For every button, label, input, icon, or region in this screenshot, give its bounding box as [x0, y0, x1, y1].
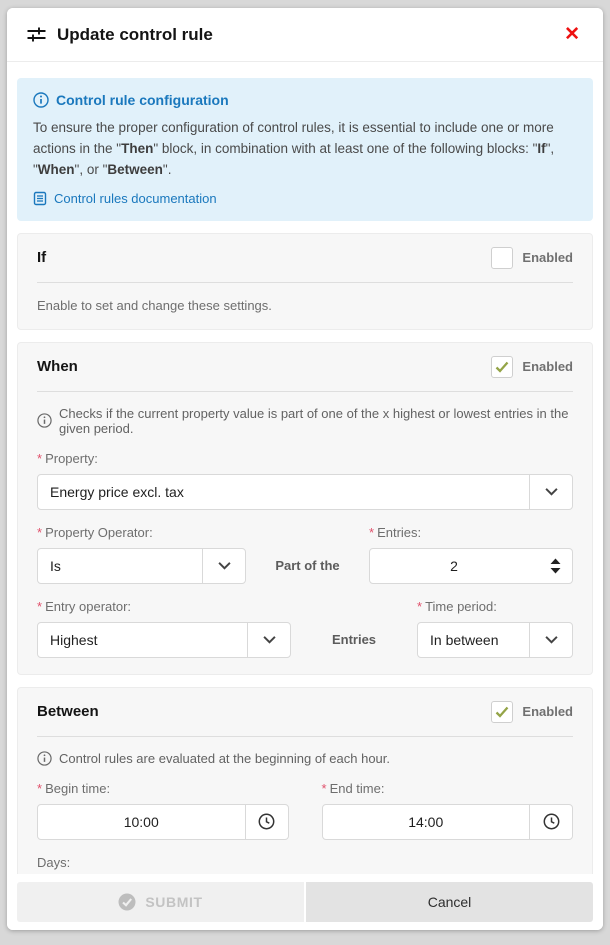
if-section: If Enabled Enable to set and change thes…	[17, 233, 593, 330]
check-circle-icon	[118, 893, 136, 911]
banner-title: Control rule configuration	[56, 92, 229, 108]
when-enabled-checkbox[interactable]	[491, 356, 513, 378]
begin-time-input[interactable]: 10:00	[37, 804, 289, 840]
if-section-header: If Enabled	[37, 234, 573, 283]
entry-operator-value: Highest	[38, 623, 247, 657]
part-of-the-label: Part of the	[246, 558, 369, 584]
dialog-header: Update control rule ✕	[7, 8, 603, 62]
dialog-title: Update control rule	[57, 25, 213, 45]
entry-operator-label: *Entry operator:	[37, 599, 291, 614]
if-section-description: Enable to set and change these settings.	[37, 298, 573, 313]
submit-button[interactable]: SUBMIT	[17, 882, 304, 922]
clock-icon[interactable]	[245, 805, 288, 839]
begin-time-label: *Begin time:	[37, 781, 289, 796]
sliders-icon	[26, 25, 47, 45]
chevron-down-icon	[202, 549, 245, 583]
cancel-button[interactable]: Cancel	[306, 882, 593, 922]
between-section-title: Between	[37, 703, 99, 720]
begin-time-value: 10:00	[38, 805, 245, 839]
documentation-link[interactable]: Control rules documentation	[33, 191, 577, 206]
chevron-down-icon	[247, 623, 290, 657]
days-label: Days:	[37, 855, 573, 870]
property-operator-label: *Property Operator:	[37, 525, 246, 540]
chevron-down-icon	[529, 475, 572, 509]
chevron-down-icon	[529, 623, 572, 657]
time-period-value: In between	[418, 623, 529, 657]
dialog-content: Control rule configuration To ensure the…	[7, 62, 603, 874]
cancel-button-label: Cancel	[428, 894, 472, 910]
if-enabled-checkbox[interactable]	[491, 247, 513, 269]
entries-value: 2	[370, 549, 538, 583]
between-section: Between Enabled Control rules are evalua…	[17, 687, 593, 874]
clock-icon[interactable]	[529, 805, 572, 839]
when-section-header: When Enabled	[37, 343, 573, 392]
end-time-value: 14:00	[323, 805, 530, 839]
documentation-link-label: Control rules documentation	[54, 191, 217, 206]
property-operator-value: Is	[38, 549, 202, 583]
document-icon	[33, 191, 47, 206]
when-section-title: When	[37, 358, 78, 375]
entries-mid-label: Entries	[291, 632, 417, 658]
if-enabled-label: Enabled	[522, 250, 573, 265]
close-icon[interactable]: ✕	[560, 23, 584, 46]
info-icon	[37, 751, 52, 766]
entry-operator-select[interactable]: Highest	[37, 622, 291, 658]
when-enabled-label: Enabled	[522, 359, 573, 374]
number-stepper-icon[interactable]	[538, 549, 572, 583]
banner-body: To ensure the proper configuration of co…	[33, 118, 577, 181]
property-operator-select[interactable]: Is	[37, 548, 246, 584]
end-time-label: *End time:	[322, 781, 574, 796]
info-icon	[33, 92, 49, 108]
between-section-header: Between Enabled	[37, 688, 573, 737]
banner-title-row: Control rule configuration	[33, 92, 577, 108]
entries-label: *Entries:	[369, 525, 573, 540]
time-period-label: *Time period:	[417, 599, 573, 614]
info-icon	[37, 413, 52, 428]
between-enabled-checkbox[interactable]	[491, 701, 513, 723]
if-section-title: If	[37, 249, 46, 266]
update-control-rule-dialog: Update control rule ✕ Control rule confi…	[7, 8, 603, 930]
between-section-note: Control rules are evaluated at the begin…	[37, 751, 573, 766]
dialog-footer: SUBMIT Cancel	[7, 874, 603, 930]
time-period-select[interactable]: In between	[417, 622, 573, 658]
submit-button-label: SUBMIT	[145, 894, 202, 910]
property-select-value: Energy price excl. tax	[38, 475, 529, 509]
between-enabled-label: Enabled	[522, 704, 573, 719]
when-section: When Enabled Checks if the current prope…	[17, 342, 593, 675]
property-select[interactable]: Energy price excl. tax	[37, 474, 573, 510]
end-time-input[interactable]: 14:00	[322, 804, 574, 840]
when-section-note: Checks if the current property value is …	[37, 406, 573, 436]
config-info-banner: Control rule configuration To ensure the…	[17, 78, 593, 221]
entries-number-input[interactable]: 2	[369, 548, 573, 584]
property-label: *Property:	[37, 451, 573, 466]
